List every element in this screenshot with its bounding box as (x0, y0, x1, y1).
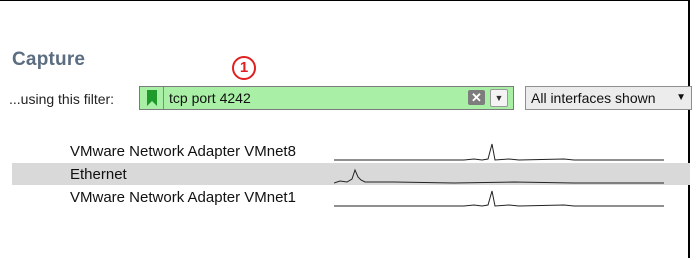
dropdown-arrow-icon: ▼ (676, 92, 686, 103)
interface-row-vmnet8[interactable]: VMware Network Adapter VMnet8 (12, 140, 690, 162)
chevron-down-icon[interactable]: ▼ (490, 89, 508, 107)
traffic-sparkline (334, 143, 664, 161)
interface-name: Ethernet (70, 166, 127, 183)
filter-label: ...using this filter: (9, 91, 115, 107)
interfaces-dropdown[interactable]: All interfaces shown ▼ (525, 86, 692, 110)
capture-heading: Capture (12, 49, 86, 70)
interface-name: VMware Network Adapter VMnet8 (70, 143, 296, 160)
traffic-sparkline (334, 190, 664, 207)
window-border (0, 0, 690, 258)
clear-filter-icon[interactable]: ✕ (468, 90, 485, 105)
interface-row-ethernet[interactable]: Ethernet (12, 163, 690, 185)
capture-filter-field[interactable]: ✕ ▼ (139, 86, 514, 110)
interface-row-vmnet1[interactable]: VMware Network Adapter VMnet1 (12, 186, 690, 208)
annotation-badge: 1 (232, 56, 256, 80)
traffic-sparkline (334, 168, 664, 184)
interfaces-dropdown-label: All interfaces shown (531, 90, 656, 106)
interface-name: VMware Network Adapter VMnet1 (70, 189, 296, 206)
bookmark-icon[interactable] (140, 87, 164, 109)
capture-filter-input[interactable] (169, 87, 459, 109)
